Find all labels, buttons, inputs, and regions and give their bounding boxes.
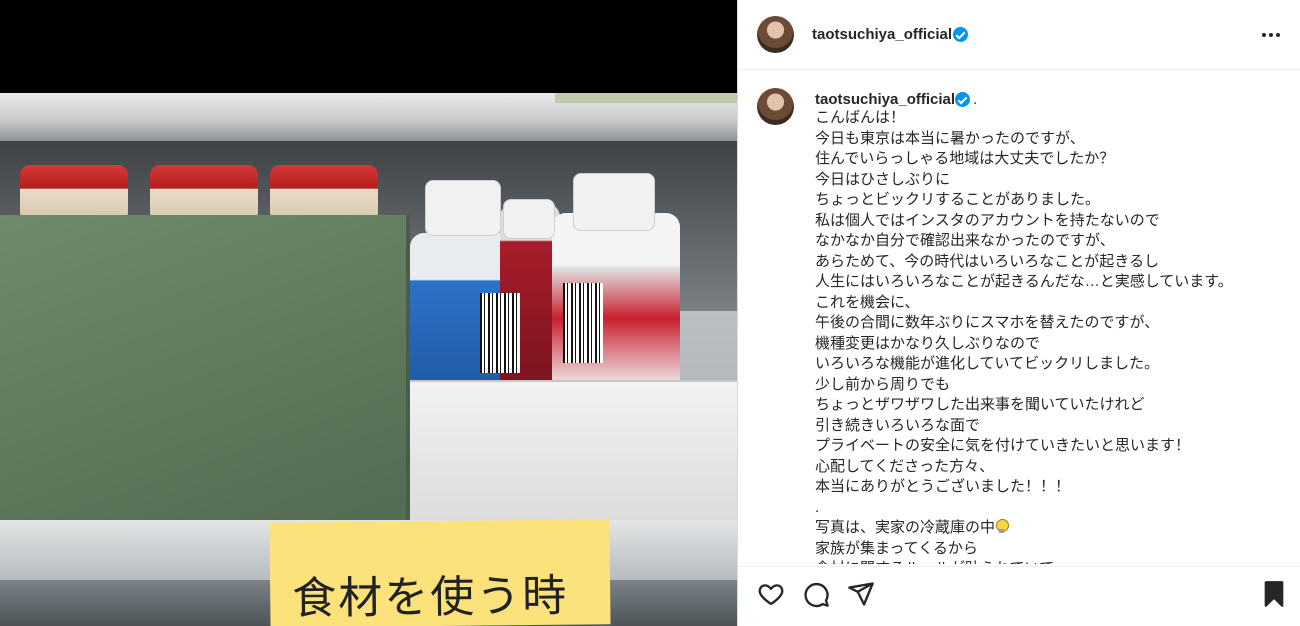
post-header: taotsuchiya_official xyxy=(738,0,1300,70)
bottle-cap xyxy=(503,199,555,239)
paper-plane-icon xyxy=(848,582,874,606)
caption-line: プライベートの安全に気を付けていきたいと思います！ xyxy=(815,437,1191,454)
sticky-note-text: 食材を使う時 xyxy=(291,570,569,625)
caption-line: あらためて、今の時代はいろいろなことが起きるし xyxy=(815,252,1159,270)
caption-line: 今日はひさしぶりに xyxy=(815,170,951,188)
heart-icon xyxy=(758,584,784,606)
barcode xyxy=(480,293,520,373)
caption-line: 今日も東京は本当に暑かったのですが、 xyxy=(815,129,1085,147)
caption-line: ちょっとビックリすることがありました。 xyxy=(815,191,1101,208)
caption-line: 本当にありがとうございました！！！ xyxy=(815,478,1071,495)
post-side-panel: taotsuchiya_official taotsuchiya_officia… xyxy=(737,0,1300,626)
action-bar xyxy=(738,566,1300,626)
pudding-cup xyxy=(20,165,128,217)
caption-line: 引き続きいろいろな面で xyxy=(815,416,981,434)
caption-line: 私は個人ではインスタのアカウントを持たないので xyxy=(815,211,1160,229)
caption-line: 住んでいらっしゃる地域は大丈夫でしたか？ xyxy=(815,150,1115,167)
caption-line: こんばんは！ xyxy=(815,109,906,126)
lightbulb-icon xyxy=(996,519,1010,533)
save-button[interactable] xyxy=(1260,580,1288,608)
caption-line: 少し前から周りでも xyxy=(815,375,951,393)
caption-line: 機種変更はかなり久しぶりなので xyxy=(815,334,1041,352)
caption-line: . xyxy=(815,498,820,516)
caption-text: こんばんは！ 今日も東京は本当に暑かったのですが、住んでいらっしゃる地域は大丈夫で… xyxy=(815,108,1295,564)
storage-tray xyxy=(410,380,737,520)
caption-line: 午後の合間に数年ぶりにスマホを替えたのですが、 xyxy=(815,314,1160,331)
caption-line: 食材に関するルールが貼られていて xyxy=(815,559,1295,564)
post-photo[interactable]: 食材を使う時 xyxy=(0,93,737,626)
sticky-note: 食材を使う時 xyxy=(269,519,611,626)
bottle-cap xyxy=(425,180,501,236)
caption-line: ちょっとザワザワした出来事を聞いていたけれど xyxy=(815,396,1145,413)
caption-line: これを機会に、 xyxy=(815,293,920,311)
pudding-cup xyxy=(270,165,378,217)
caption-username-link[interactable]: taotsuchiya_official xyxy=(815,91,955,108)
verified-badge-icon xyxy=(955,92,970,107)
barcode xyxy=(563,283,603,363)
caption-line: なかなか自分で確認出来なかったのですが、 xyxy=(815,232,1115,249)
caption-line: 写真は、実家の冷蔵庫の中 xyxy=(815,518,1295,539)
more-options-icon[interactable] xyxy=(1256,23,1286,47)
caption-line: いろいろな機能が進化していてビックリしました。 xyxy=(815,355,1160,372)
caption-avatar[interactable] xyxy=(757,88,794,125)
like-button[interactable] xyxy=(757,580,785,608)
pudding-cup xyxy=(150,165,258,217)
bottle-cap xyxy=(573,173,655,231)
verified-badge-icon xyxy=(953,27,968,42)
comment-button[interactable] xyxy=(802,580,830,608)
bookmark-icon xyxy=(1264,581,1284,607)
green-box xyxy=(0,215,410,550)
avatar[interactable] xyxy=(757,16,794,53)
caption-line: 人生にはいろいろなことが起きるんだな…と実感しています。 xyxy=(815,273,1233,290)
vegetable-leaf xyxy=(555,93,737,103)
post-media[interactable]: 食材を使う時 xyxy=(0,0,737,626)
caption-line: 心配してくださった方々、 xyxy=(815,457,995,475)
caption-first-line: . xyxy=(973,91,978,108)
username-link[interactable]: taotsuchiya_official xyxy=(812,26,952,43)
share-button[interactable] xyxy=(847,580,875,608)
comment-icon xyxy=(804,582,829,608)
caption-line: 家族が集まってくるから xyxy=(815,539,978,557)
